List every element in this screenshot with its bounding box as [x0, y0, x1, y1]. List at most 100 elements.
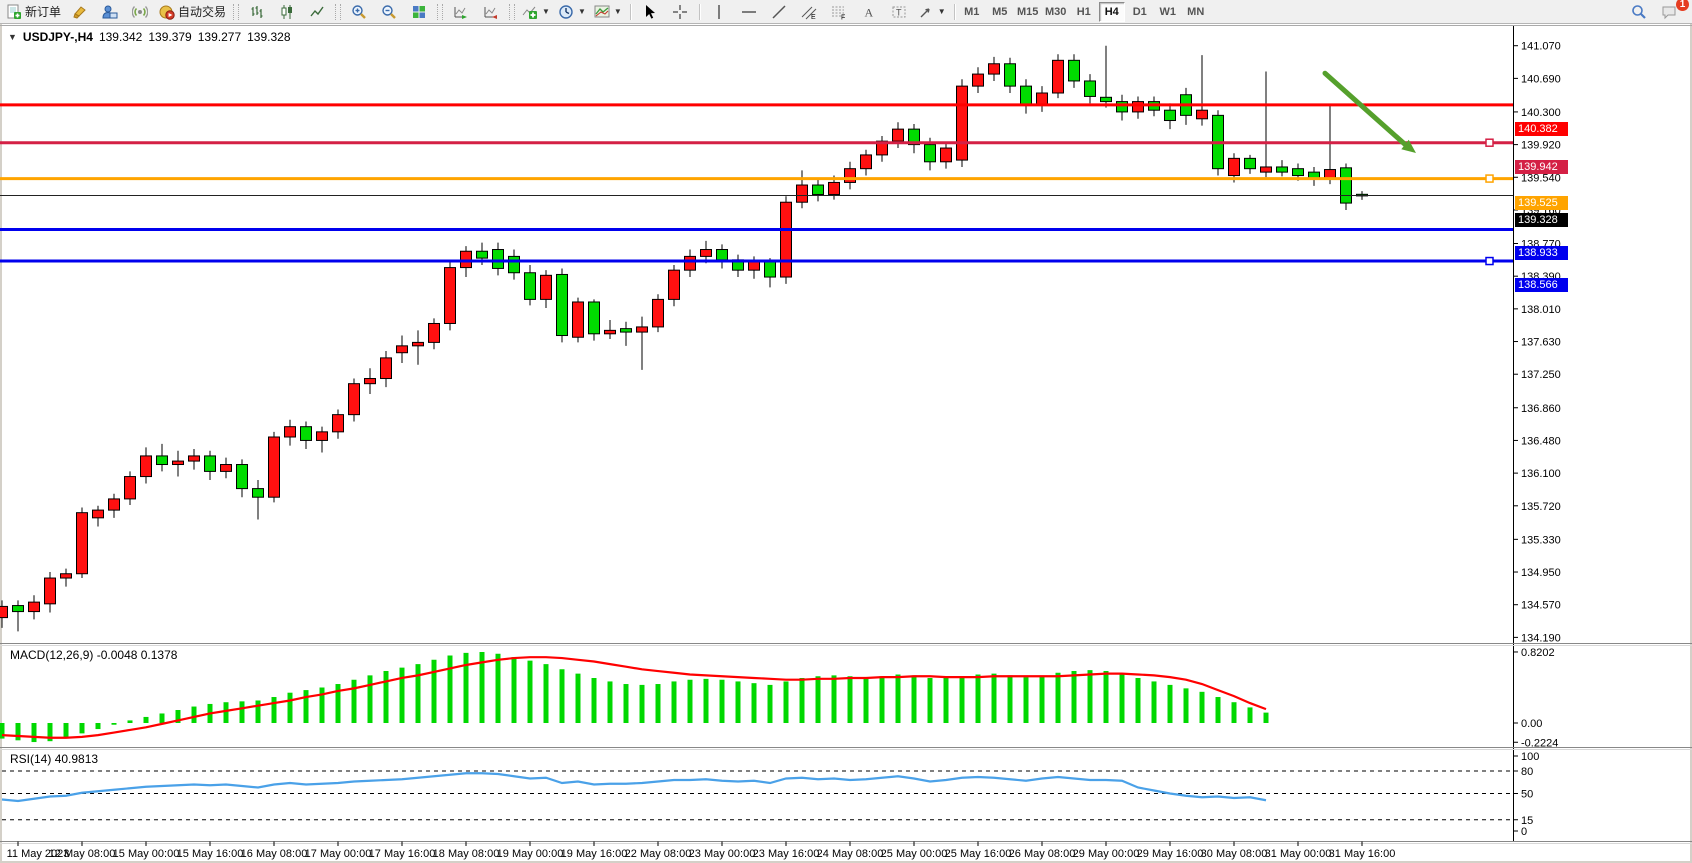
svg-text:15 May 00:00: 15 May 00:00 — [113, 848, 180, 860]
collapse-triangle-icon[interactable]: ▼ — [8, 32, 17, 42]
notifications-button[interactable]: 1 — [1654, 1, 1684, 23]
svg-text:-0.2224: -0.2224 — [1521, 737, 1558, 749]
zoom-in-button[interactable] — [344, 1, 374, 23]
rsi-value: 40.9813 — [55, 752, 98, 766]
arrows-icon — [918, 4, 934, 20]
svg-text:F: F — [841, 14, 845, 20]
svg-text:17 May 16:00: 17 May 16:00 — [369, 848, 436, 860]
cursor-button[interactable] — [635, 1, 665, 23]
svg-text:23 May 00:00: 23 May 00:00 — [689, 848, 756, 860]
pivot-line-handle[interactable] — [1486, 175, 1493, 182]
support-line-price-label: 138.566 — [1515, 278, 1568, 292]
svg-text:E: E — [811, 14, 816, 20]
auto-trading-icon — [159, 4, 175, 20]
pane-borders — [0, 26, 1692, 844]
svg-text:134.950: 134.950 — [1521, 567, 1561, 579]
trend-arrow-annotation[interactable] — [1325, 73, 1416, 153]
text-label-button[interactable]: T — [884, 1, 914, 23]
support-line-upper-price-label: 138.933 — [1515, 246, 1568, 260]
svg-text:25 May 00:00: 25 May 00:00 — [881, 848, 948, 860]
svg-text:140.300: 140.300 — [1521, 107, 1561, 119]
notification-badge: 1 — [1676, 0, 1689, 11]
auto-scroll-button[interactable] — [446, 1, 476, 23]
candlestick-chart-button[interactable] — [272, 1, 302, 23]
timeframe-button-d1[interactable]: D1 — [1127, 2, 1153, 22]
signals-button[interactable] — [125, 1, 155, 23]
zoom-out-button[interactable] — [374, 1, 404, 23]
svg-text:19 May 16:00: 19 May 16:00 — [561, 848, 628, 860]
channel-button[interactable]: E — [794, 1, 824, 23]
horizontal-line-button[interactable] — [734, 1, 764, 23]
svg-text:29 May 00:00: 29 May 00:00 — [1073, 848, 1140, 860]
line-chart-button[interactable] — [302, 1, 332, 23]
candlestick-chart-icon — [279, 4, 295, 20]
indicators-button[interactable]: ▼ — [518, 1, 554, 23]
timeframe-button-m1[interactable]: M1 — [959, 2, 985, 22]
trendline-button[interactable] — [764, 1, 794, 23]
resistance-line-handle[interactable] — [1486, 139, 1493, 146]
svg-text:31 May 00:00: 31 May 00:00 — [1265, 848, 1332, 860]
zoom-out-icon — [381, 4, 397, 20]
chart-shift-button[interactable] — [476, 1, 506, 23]
timeframe-button-mn[interactable]: MN — [1183, 2, 1209, 22]
bar-chart-icon — [249, 4, 265, 20]
vertical-line-button[interactable] — [704, 1, 734, 23]
svg-text:23 May 16:00: 23 May 16:00 — [753, 848, 820, 860]
market-watch-button[interactable] — [95, 1, 125, 23]
svg-text:19 May 00:00: 19 May 00:00 — [497, 848, 564, 860]
svg-text:80: 80 — [1521, 766, 1533, 778]
symbol-header[interactable]: ▼ USDJPY-,H4 139.342 139.379 139.277 139… — [8, 30, 291, 44]
horizontal-line-icon — [741, 4, 757, 20]
timeframe-button-h4[interactable]: H4 — [1099, 2, 1125, 22]
chat-icon — [1661, 4, 1677, 20]
timeframe-button-m15[interactable]: M15 — [1015, 2, 1041, 22]
timeframe-button-w1[interactable]: W1 — [1155, 2, 1181, 22]
line-chart-icon — [309, 4, 325, 20]
svg-text:50: 50 — [1521, 789, 1533, 801]
auto-scroll-icon — [453, 4, 469, 20]
svg-text:137.250: 137.250 — [1521, 369, 1561, 381]
svg-text:140.690: 140.690 — [1521, 73, 1561, 85]
trendline-icon — [771, 4, 787, 20]
timeframe-button-m30[interactable]: M30 — [1043, 2, 1069, 22]
svg-text:29 May 16:00: 29 May 16:00 — [1137, 848, 1204, 860]
new-order-button[interactable]: 新订单 — [2, 1, 65, 23]
text-icon: A — [861, 4, 877, 20]
macd-label: MACD(12,26,9) — [10, 648, 93, 662]
svg-text:26 May 08:00: 26 May 08:00 — [1009, 848, 1076, 860]
fibonacci-icon: F — [831, 4, 847, 20]
periods-button[interactable]: ▼ — [554, 1, 590, 23]
svg-text:16 May 08:00: 16 May 08:00 — [241, 848, 308, 860]
bar-chart-button[interactable] — [242, 1, 272, 23]
rsi-line — [2, 773, 1266, 801]
svg-text:0.00: 0.00 — [1521, 718, 1542, 730]
level-lines — [0, 105, 1513, 265]
brush-icon — [72, 4, 88, 20]
crosshair-icon — [672, 4, 688, 20]
svg-text:15 May 16:00: 15 May 16:00 — [177, 848, 244, 860]
fibonacci-button[interactable]: F — [824, 1, 854, 23]
svg-text:136.860: 136.860 — [1521, 403, 1561, 415]
search-icon — [1631, 4, 1647, 20]
support-line-handle[interactable] — [1486, 258, 1493, 265]
templates-button[interactable]: ▼ — [590, 1, 626, 23]
current-price-label: 139.328 — [1515, 213, 1568, 227]
timeframe-button-h1[interactable]: H1 — [1071, 2, 1097, 22]
auto-trading-label: 自动交易 — [178, 3, 226, 20]
svg-text:12 May 08:00: 12 May 08:00 — [49, 848, 116, 860]
svg-text:134.570: 134.570 — [1521, 600, 1561, 612]
timeframe-button-m5[interactable]: M5 — [987, 2, 1013, 22]
brush-button[interactable] — [65, 1, 95, 23]
svg-text:139.920: 139.920 — [1521, 140, 1561, 152]
svg-text:30 May 08:00: 30 May 08:00 — [1201, 848, 1268, 860]
arrows-button[interactable]: ▼ — [914, 1, 950, 23]
price-chart-canvas[interactable]: 141.070140.690140.300139.920139.540139.1… — [0, 24, 1692, 863]
auto-trading-button[interactable]: 自动交易 — [155, 1, 230, 23]
search-button[interactable] — [1624, 1, 1654, 23]
svg-text:15: 15 — [1521, 815, 1533, 827]
tile-windows-button[interactable] — [404, 1, 434, 23]
text-button[interactable]: A — [854, 1, 884, 23]
ohlc-high: 139.379 — [148, 30, 191, 44]
macd-header: MACD(12,26,9) -0.0048 0.1378 — [10, 648, 177, 662]
crosshair-button[interactable] — [665, 1, 695, 23]
